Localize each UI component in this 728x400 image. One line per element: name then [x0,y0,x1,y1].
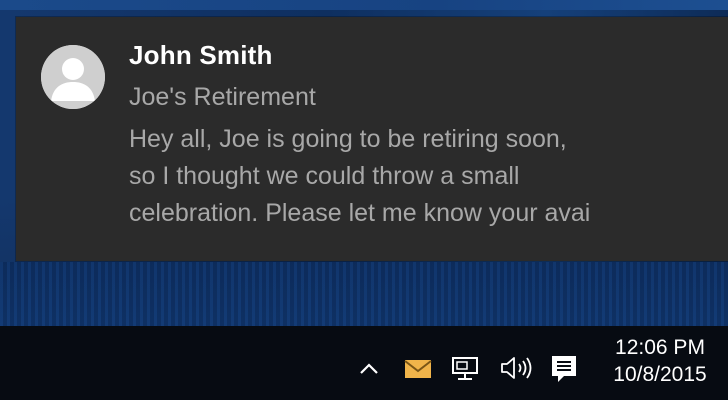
notification-body-line: celebration. Please let me know your ava… [129,199,591,227]
mail-notification-toast[interactable]: John Smith Joe's Retirement Hey all, Joe… [16,17,728,261]
notification-body-line: so I thought we could throw a small [129,162,520,190]
wallpaper-band [0,262,728,326]
clock-time: 12:06 PM [615,336,705,359]
clock-date: 10/8/2015 [613,363,707,386]
notification-sender: John Smith [129,40,273,70]
notification-subject: Joe's Retirement [129,83,316,111]
mail-icon[interactable] [404,359,432,379]
notification-body-line: Hey all, Joe is going to be retiring soo… [129,125,567,153]
network-icon[interactable] [450,356,480,382]
wallpaper-top-strip [0,0,728,10]
taskbar-clock[interactable]: 12:06 PM 10/8/2015 [600,334,720,388]
action-center-icon[interactable] [548,353,580,385]
volume-icon[interactable] [498,354,538,382]
notification-body: Hey all, Joe is going to be retiring soo… [129,121,709,232]
taskbar: 12:06 PM 10/8/2015 [0,326,728,400]
person-icon [41,45,105,109]
chevron-up-icon[interactable] [356,356,382,382]
